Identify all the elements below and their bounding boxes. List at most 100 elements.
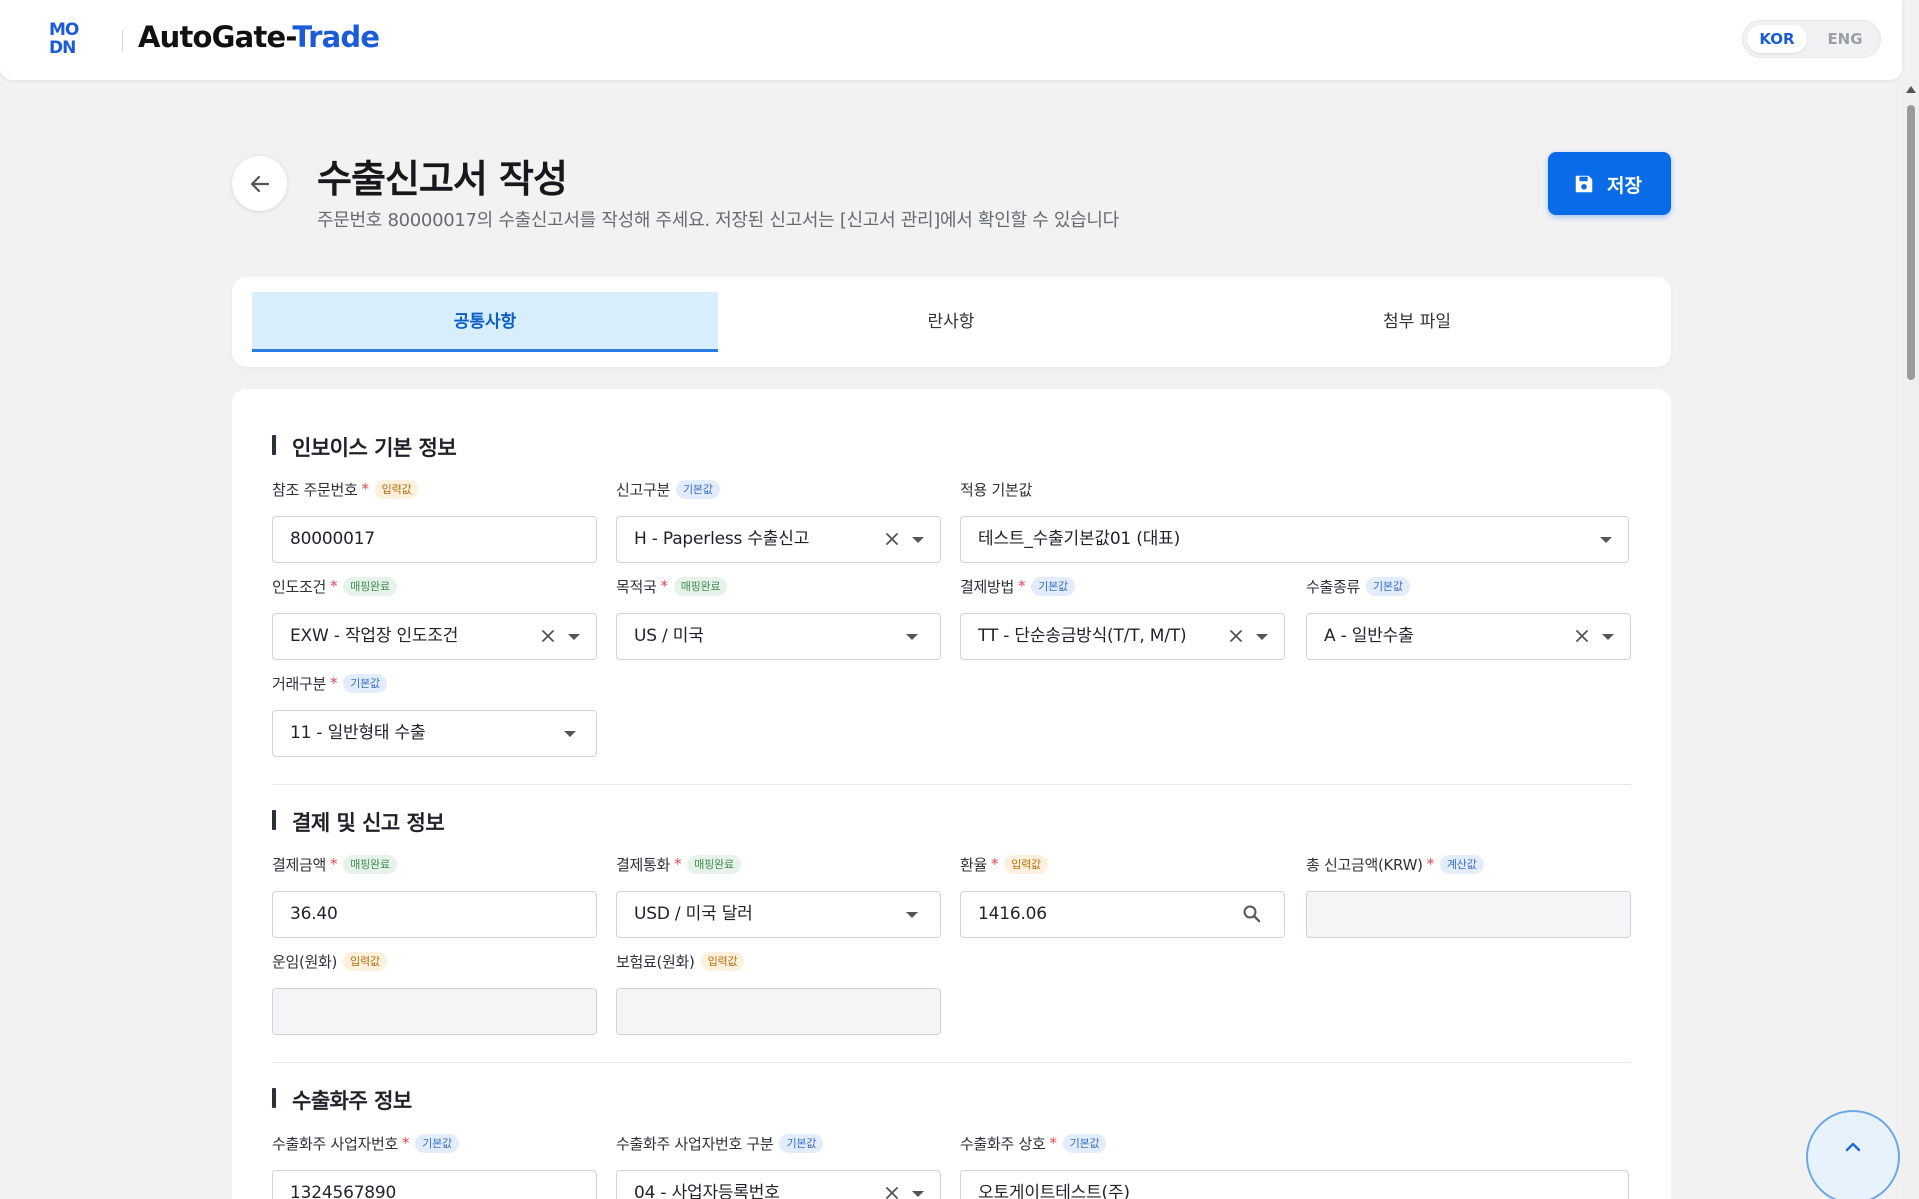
chevron-down-icon[interactable] [1600, 537, 1612, 543]
tab-attachments[interactable]: 첨부 파일 [1184, 292, 1650, 352]
language-toggle[interactable]: KOR ENG [1742, 20, 1881, 58]
select-value: 04 - 사업자등록번호 [634, 1183, 780, 1199]
field-label: 총 신고금액(KRW) [1306, 855, 1423, 874]
page-scrollbar[interactable] [1902, 80, 1919, 1199]
scroll-thumb[interactable] [1907, 105, 1915, 380]
required-mark: * [660, 577, 669, 595]
field-exchange-rate: 환율 * 입력값 1416.06 [960, 852, 1285, 938]
clear-icon[interactable] [539, 627, 557, 645]
scroll-to-top-button[interactable] [1806, 1110, 1900, 1199]
shipper-biz-no-type-select[interactable]: 04 - 사업자등록번호 [616, 1170, 941, 1199]
destination-select[interactable]: US / 미국 [616, 613, 941, 660]
floppy-disk-icon [1575, 175, 1593, 193]
tab-common[interactable]: 공통사항 [252, 292, 718, 352]
status-badge: 계산값 [1439, 854, 1484, 874]
logo-divider [122, 30, 123, 52]
save-button-label: 저장 [1607, 175, 1642, 197]
tabs-container: 공통사항 란사항 첨부 파일 [232, 277, 1671, 367]
tab-line-items[interactable]: 란사항 [718, 292, 1184, 352]
clear-icon[interactable] [883, 1184, 901, 1199]
company-logo[interactable]: MO DN [49, 21, 85, 59]
shipper-company-input[interactable]: 오토게이트테스트(주) [960, 1170, 1629, 1199]
clear-icon[interactable] [883, 530, 901, 548]
status-badge: 매핑완료 [673, 576, 728, 596]
field-applied-default: 적용 기본값 테스트_수출기본값01 (대표) [960, 477, 1629, 563]
select-value: US / 미국 [634, 626, 704, 646]
field-report-type: 신고구분 기본값 H - Paperless 수출신고 [616, 477, 941, 563]
field-ref-order: 참조 주문번호 * 입력값 80000017 [272, 477, 597, 563]
field-freight: 운임(원화) 입력값 [272, 949, 597, 1035]
trade-type-select[interactable]: 11 - 일반형태 수출 [272, 710, 597, 757]
required-mark: * [361, 480, 369, 498]
back-button[interactable] [232, 156, 287, 211]
required-mark: * [330, 674, 338, 692]
export-type-select[interactable]: A - 일반수출 [1306, 613, 1631, 660]
currency-select[interactable]: USD / 미국 달러 [616, 891, 941, 938]
chevron-down-icon[interactable] [912, 1191, 924, 1197]
chevron-down-icon[interactable] [906, 912, 918, 918]
field-label: 신고구분 [616, 480, 671, 499]
scroll-up-arrow-icon[interactable] [1906, 86, 1916, 93]
lang-kor-button[interactable]: KOR [1747, 25, 1807, 53]
top-navigation-bar: MO DN AutoGate-Trade KOR ENG [0, 0, 1902, 80]
page-title: 수출신고서 작성 [317, 157, 568, 201]
payment-amount-input[interactable]: 36.40 [272, 891, 597, 938]
search-icon[interactable] [1242, 904, 1262, 924]
chevron-up-icon [1845, 1142, 1861, 1152]
required-mark: * [674, 855, 682, 873]
field-shipper-biz-no: 수출화주 사업자번호 * 기본값 1324567890 [272, 1131, 597, 1199]
required-mark: * [1426, 855, 1435, 873]
select-value: A - 일반수출 [1324, 626, 1414, 646]
required-mark: * [1049, 1134, 1057, 1152]
clear-icon[interactable] [1573, 627, 1591, 645]
applied-default-select[interactable]: 테스트_수출기본값01 (대표) [960, 516, 1629, 563]
section-title-payment: 결제 및 신고 정보 [272, 807, 445, 837]
ref-order-input[interactable]: 80000017 [272, 516, 597, 563]
section-title-invoice: 인보이스 기본 정보 [272, 432, 457, 462]
total-krw-input[interactable] [1306, 891, 1631, 938]
app-brand-title[interactable]: AutoGate-Trade [138, 20, 380, 54]
shipper-biz-no-input[interactable]: 1324567890 [272, 1170, 597, 1199]
clear-icon[interactable] [1227, 627, 1245, 645]
field-insurance: 보험료(원화) 입력값 [616, 949, 941, 1035]
field-label: 결제방법 [960, 577, 1015, 596]
freight-input[interactable] [272, 988, 597, 1035]
payment-method-select[interactable]: TT - 단순송금방식(T/T, M/T) [960, 613, 1285, 660]
chevron-down-icon[interactable] [1256, 634, 1268, 640]
chevron-down-icon[interactable] [568, 634, 580, 640]
chevron-down-icon[interactable] [906, 634, 918, 640]
field-label: 목적국 [616, 577, 657, 596]
required-mark: * [330, 577, 338, 595]
field-label: 결제금액 [272, 855, 327, 874]
arrow-left-icon [250, 175, 270, 193]
required-mark: * [330, 855, 338, 873]
field-label: 인도조건 [272, 577, 327, 596]
field-shipper-biz-no-type: 수출화주 사업자번호 구분 기본값 04 - 사업자등록번호 [616, 1131, 941, 1199]
insurance-input[interactable] [616, 988, 941, 1035]
report-type-select[interactable]: H - Paperless 수출신고 [616, 516, 941, 563]
status-badge: 기본값 [1062, 1133, 1107, 1153]
save-button[interactable]: 저장 [1548, 152, 1671, 215]
status-badge: 입력값 [374, 479, 419, 499]
field-label: 보험료(원화) [616, 952, 695, 971]
status-badge: 매핑완료 [343, 576, 397, 596]
status-badge: 매핑완료 [343, 854, 397, 874]
chevron-down-icon[interactable] [912, 537, 924, 543]
chevron-down-icon[interactable] [1602, 634, 1614, 640]
lang-eng-button[interactable]: ENG [1815, 25, 1875, 53]
select-value: H - Paperless 수출신고 [634, 529, 810, 549]
field-export-type: 수출종류 기본값 A - 일반수출 [1306, 574, 1631, 660]
field-label: 결제통화 [616, 855, 671, 874]
status-badge: 기본값 [779, 1133, 824, 1153]
field-label: 수출화주 사업자번호 구분 [616, 1134, 774, 1153]
required-mark: * [991, 855, 999, 873]
status-badge: 기본값 [1366, 576, 1410, 596]
field-trade-type: 거래구분 * 기본값 11 - 일반형태 수출 [272, 671, 597, 757]
status-badge: 매핑완료 [687, 854, 741, 874]
field-label: 거래구분 [272, 674, 327, 693]
chevron-down-icon[interactable] [564, 731, 576, 737]
incoterms-select[interactable]: EXW - 작업장 인도조건 [272, 613, 597, 660]
field-label: 운임(원화) [272, 952, 338, 971]
exchange-rate-input[interactable]: 1416.06 [960, 891, 1285, 938]
field-label: 수출화주 상호 [960, 1134, 1046, 1153]
